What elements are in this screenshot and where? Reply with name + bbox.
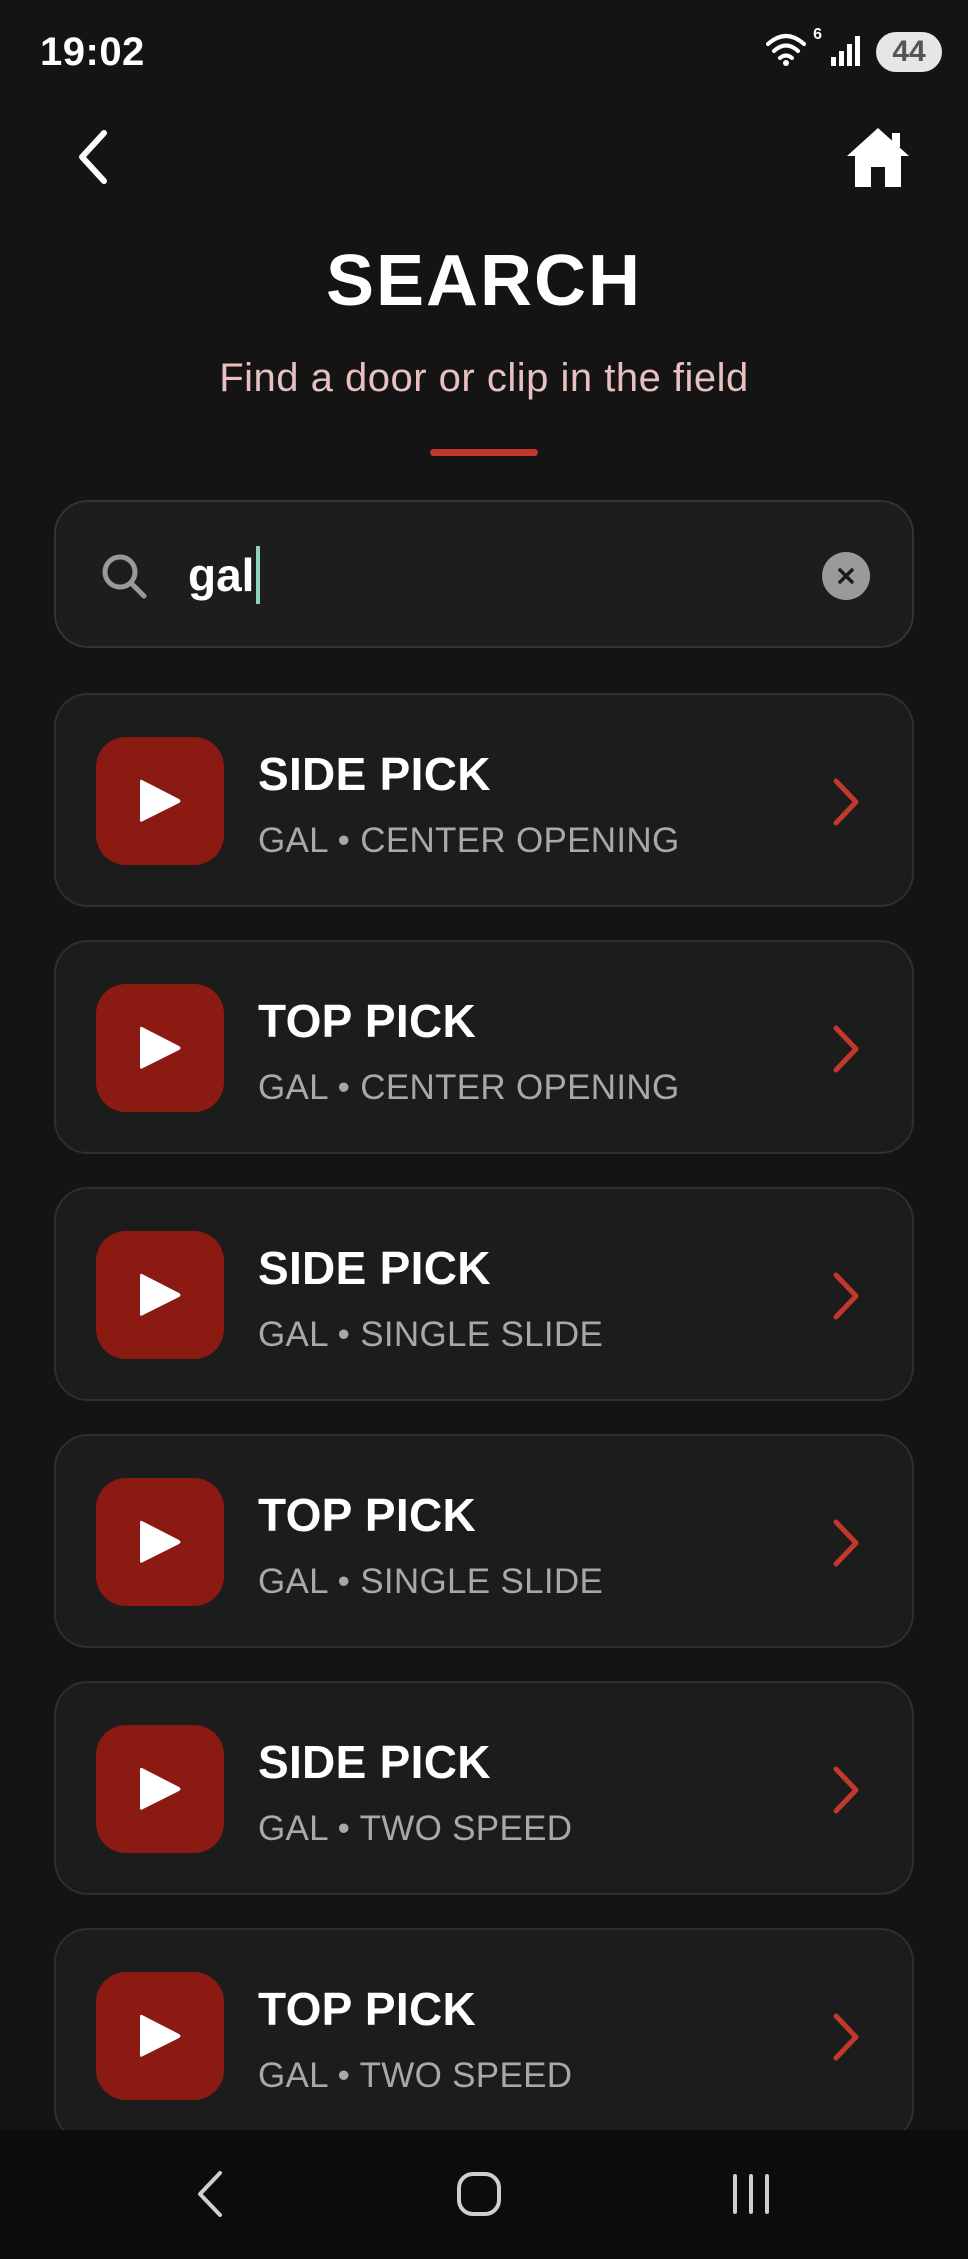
nav-home-button[interactable] bbox=[434, 2156, 524, 2232]
chevron-right-icon bbox=[833, 778, 859, 826]
chevron-right-icon bbox=[833, 1272, 859, 1320]
play-icon bbox=[96, 984, 224, 1112]
wifi-band-label: 6 bbox=[813, 26, 822, 43]
search-input-value: gal bbox=[188, 549, 255, 601]
clear-search-button[interactable] bbox=[822, 552, 870, 600]
result-subtitle: GAL • CENTER OPENING bbox=[258, 821, 680, 860]
home-button[interactable] bbox=[842, 122, 914, 192]
battery-indicator: 44 bbox=[876, 32, 942, 72]
nav-back-button[interactable] bbox=[164, 2156, 254, 2232]
play-icon bbox=[96, 1972, 224, 2100]
result-card[interactable]: TOP PICK GAL • SINGLE SLIDE bbox=[54, 1434, 914, 1648]
nav-back-icon bbox=[198, 2171, 222, 2217]
result-card[interactable]: TOP PICK GAL • TWO SPEED bbox=[54, 1928, 914, 2142]
title-accent-line bbox=[430, 449, 538, 456]
wifi-icon: 6 bbox=[766, 26, 822, 72]
nav-recents-button[interactable] bbox=[706, 2156, 796, 2232]
clear-icon bbox=[838, 568, 854, 584]
back-arrow-icon bbox=[79, 130, 107, 184]
play-icon bbox=[96, 1725, 224, 1853]
result-card[interactable]: SIDE PICK GAL • SINGLE SLIDE bbox=[54, 1187, 914, 1401]
result-subtitle: GAL • CENTER OPENING bbox=[258, 1068, 680, 1107]
system-nav-bar bbox=[0, 2130, 968, 2259]
search-screen: 19:02 6 44 SEARCH Find a door or clip in… bbox=[0, 0, 968, 2259]
nav-home-icon bbox=[457, 2172, 501, 2216]
results-list: SIDE PICK GAL • CENTER OPENING TOP PICK … bbox=[54, 693, 914, 2175]
result-card[interactable]: TOP PICK GAL • CENTER OPENING bbox=[54, 940, 914, 1154]
result-title: TOP PICK bbox=[258, 1983, 476, 2035]
home-icon bbox=[847, 128, 909, 187]
play-icon bbox=[96, 1478, 224, 1606]
play-icon bbox=[96, 737, 224, 865]
search-icon bbox=[102, 554, 147, 599]
result-title: TOP PICK bbox=[258, 1489, 476, 1541]
result-subtitle: GAL • SINGLE SLIDE bbox=[258, 1315, 604, 1354]
chevron-right-icon bbox=[833, 1519, 859, 1567]
signal-icon bbox=[830, 33, 864, 72]
search-box[interactable]: gal bbox=[54, 500, 914, 648]
page-subtitle: Find a door or clip in the field bbox=[219, 356, 749, 400]
result-subtitle: GAL • TWO SPEED bbox=[258, 1809, 573, 1848]
chevron-right-icon bbox=[833, 2013, 859, 2061]
result-card[interactable]: SIDE PICK GAL • TWO SPEED bbox=[54, 1681, 914, 1895]
status-time: 19:02 bbox=[40, 30, 145, 74]
nav-recents-icon bbox=[733, 2174, 769, 2214]
text-cursor bbox=[256, 546, 261, 604]
result-subtitle: GAL • TWO SPEED bbox=[258, 2056, 573, 2095]
play-icon bbox=[96, 1231, 224, 1359]
chevron-right-icon bbox=[833, 1766, 859, 1814]
status-bar: 19:02 6 44 bbox=[0, 0, 968, 110]
status-icons: 6 44 bbox=[766, 26, 942, 72]
result-title: SIDE PICK bbox=[258, 1736, 491, 1788]
page-title: SEARCH bbox=[325, 241, 643, 321]
result-card[interactable]: SIDE PICK GAL • CENTER OPENING bbox=[54, 693, 914, 907]
search-input[interactable]: gal bbox=[188, 542, 261, 608]
result-subtitle: GAL • SINGLE SLIDE bbox=[258, 1562, 604, 1601]
result-title: TOP PICK bbox=[258, 995, 476, 1047]
chevron-right-icon bbox=[833, 1025, 859, 1073]
result-title: SIDE PICK bbox=[258, 1242, 491, 1294]
result-title: SIDE PICK bbox=[258, 748, 491, 800]
back-button[interactable] bbox=[62, 122, 122, 192]
